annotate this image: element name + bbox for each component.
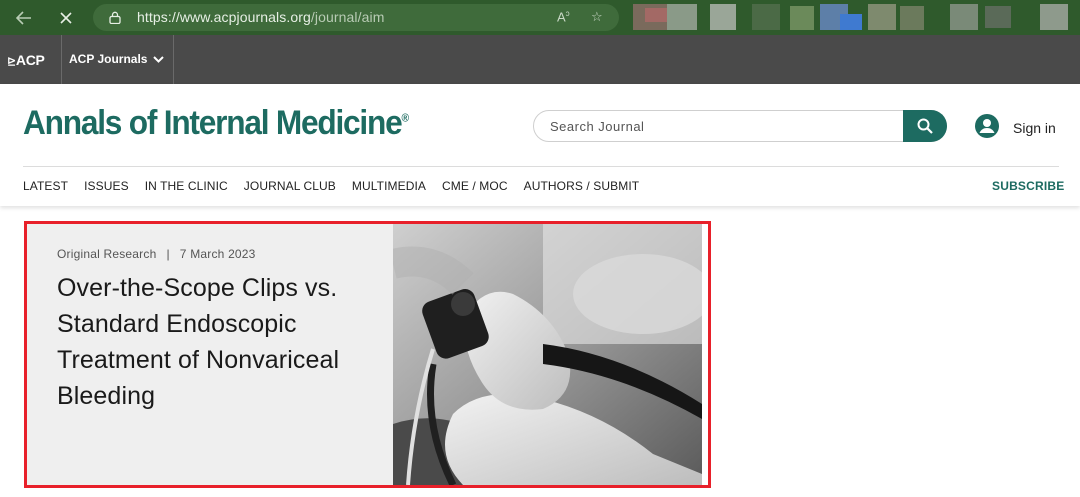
subscribe-link[interactable]: SUBSCRIBE (992, 179, 1064, 193)
nav-authors-submit[interactable]: AUTHORS / SUBMIT (524, 179, 640, 193)
nav-cme-moc[interactable]: CME / MOC (442, 179, 508, 193)
add-favorite-icon[interactable]: ☆ (591, 9, 603, 25)
acp-logo-text: ACP (15, 52, 45, 68)
user-icon[interactable] (975, 114, 999, 138)
divider (173, 35, 174, 84)
address-bar[interactable]: https://www.acpjournals.org/journal/aim … (93, 4, 619, 31)
journal-logo[interactable]: Annals of Internal Medicine® (23, 104, 409, 143)
journal-title: Annals of Internal Medicine (23, 104, 403, 142)
main-nav: LATEST ISSUES IN THE CLINIC JOURNAL CLUB… (23, 179, 655, 193)
browser-toolbar: https://www.acpjournals.org/journal/aim … (0, 0, 1080, 35)
acp-logo[interactable]: ⊵ACP (7, 52, 45, 68)
url-text[interactable]: https://www.acpjournals.org/journal/aim (137, 9, 384, 25)
acp-journals-label: ACP Journals (69, 52, 148, 66)
site-header: Annals of Internal Medicine® Sign in LAT… (0, 84, 1080, 206)
lock-icon[interactable] (109, 11, 121, 24)
close-icon[interactable] (54, 6, 78, 30)
nav-latest[interactable]: LATEST (23, 179, 68, 193)
back-arrow-icon[interactable] (12, 6, 36, 30)
highlight-outline (24, 221, 711, 488)
chevron-down-icon (153, 55, 165, 63)
nav-issues[interactable]: ISSUES (84, 179, 129, 193)
nav-in-the-clinic[interactable]: IN THE CLINIC (145, 179, 228, 193)
acp-network-bar: ⊵ACP ACP Journals (0, 35, 1080, 84)
sign-in-link[interactable]: Sign in (1013, 120, 1056, 136)
search-box (533, 110, 947, 142)
read-aloud-icon[interactable]: Aↄ (557, 9, 570, 24)
search-input[interactable] (548, 118, 898, 135)
nav-journal-club[interactable]: JOURNAL CLUB (244, 179, 336, 193)
url-host: https://www.acpjournals.org (137, 9, 311, 25)
acp-journals-dropdown[interactable]: ACP Journals (69, 52, 165, 66)
nav-multimedia[interactable]: MULTIMEDIA (352, 179, 426, 193)
header-divider (23, 166, 1059, 167)
search-button[interactable] (903, 110, 947, 142)
search-icon (917, 118, 933, 134)
divider (61, 35, 62, 84)
registered-mark: ® (401, 112, 410, 125)
url-path: /journal/aim (310, 9, 385, 25)
